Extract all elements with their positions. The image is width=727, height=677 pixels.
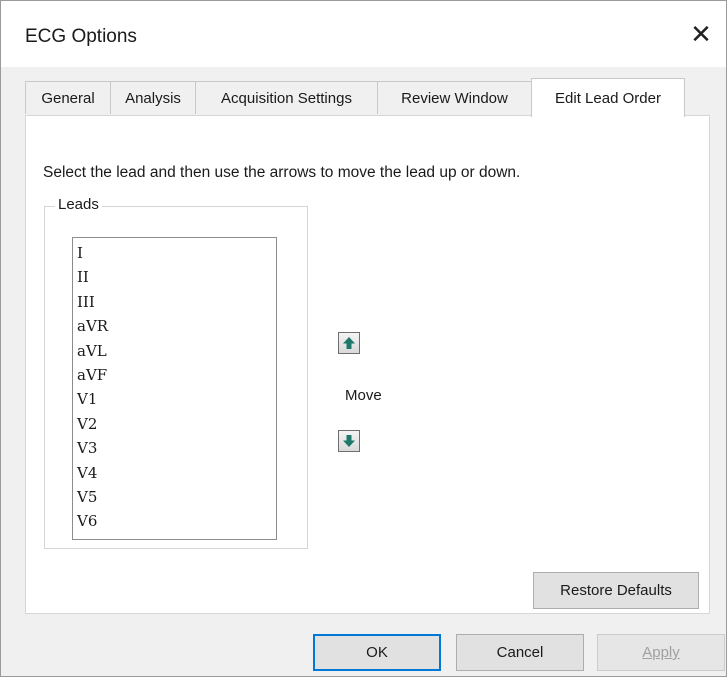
lead-list-item[interactable]: V3 — [73, 436, 276, 460]
apply-button-label: Apply — [642, 644, 680, 661]
move-down-button[interactable] — [338, 430, 360, 452]
leads-group-label: Leads — [55, 196, 102, 213]
tab-analysis[interactable]: Analysis — [110, 81, 196, 114]
lead-list-item[interactable]: V5 — [73, 485, 276, 509]
apply-button[interactable]: Apply — [597, 634, 725, 671]
lead-list-item[interactable]: V2 — [73, 412, 276, 436]
arrow-down-icon — [343, 435, 355, 447]
move-label: Move — [345, 387, 382, 404]
lead-list-item[interactable]: V6 — [73, 509, 276, 533]
lead-list-item[interactable]: III — [73, 290, 276, 314]
title-bar: ECG Options ✕ — [1, 1, 726, 67]
lead-list-item[interactable]: II — [73, 265, 276, 289]
tab-general[interactable]: General — [25, 81, 111, 114]
lead-list-item[interactable]: aVF — [73, 363, 276, 387]
leads-listbox[interactable]: I II III aVR aVL aVF V1 V2 V3 V4 V5 V6 — [72, 237, 277, 540]
close-button[interactable]: ✕ — [682, 15, 720, 53]
close-icon: ✕ — [690, 18, 712, 49]
restore-defaults-button[interactable]: Restore Defaults — [533, 572, 699, 609]
lead-list-item[interactable]: V1 — [73, 387, 276, 411]
tab-review-window[interactable]: Review Window — [377, 81, 532, 114]
lead-list-item[interactable]: V4 — [73, 461, 276, 485]
lead-list-item[interactable]: I — [73, 241, 276, 265]
arrow-up-icon — [343, 337, 355, 349]
lead-list-item[interactable]: aVL — [73, 339, 276, 363]
ecg-options-dialog: ECG Options ✕ General Analysis Acquisiti… — [0, 0, 727, 677]
instruction-text: Select the lead and then use the arrows … — [43, 164, 521, 181]
lead-list-item[interactable]: aVR — [73, 314, 276, 338]
dialog-title: ECG Options — [25, 26, 137, 47]
leads-groupbox: Leads I II III aVR aVL aVF V1 V2 V3 V4 V5 V6 — [44, 196, 308, 549]
move-up-button[interactable] — [338, 332, 360, 354]
tab-acquisition-settings[interactable]: Acquisition Settings — [195, 81, 378, 114]
edit-lead-order-panel: Select the lead and then use the arrows … — [25, 115, 710, 614]
tab-edit-lead-order[interactable]: Edit Lead Order — [531, 78, 685, 117]
ok-button[interactable]: OK — [313, 634, 441, 671]
cancel-button[interactable]: Cancel — [456, 634, 584, 671]
